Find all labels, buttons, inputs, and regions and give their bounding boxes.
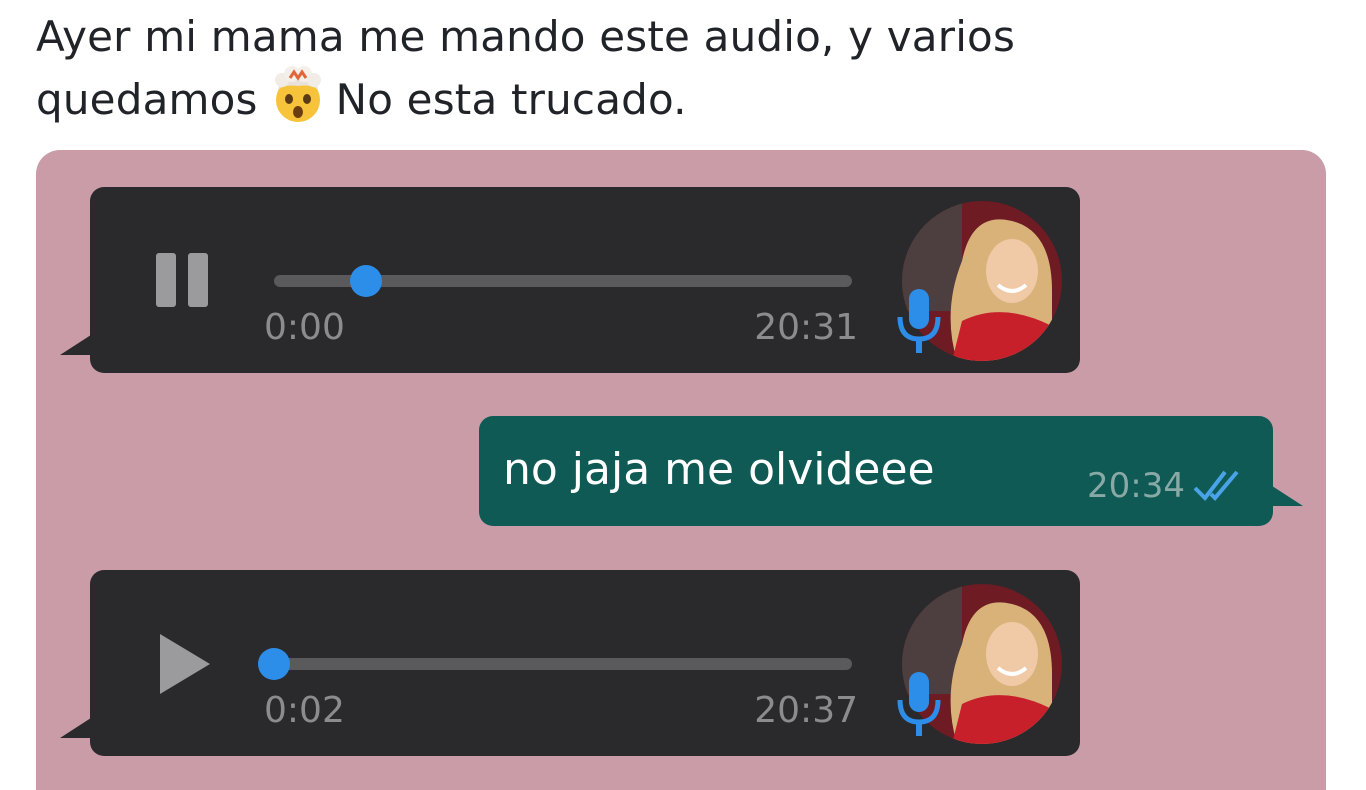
voice-message-2: 0:02 20:37 <box>60 570 1080 756</box>
audio-progress-knob[interactable] <box>350 265 383 297</box>
audio-progress-track[interactable] <box>258 648 852 680</box>
elapsed-time: 0:02 <box>264 690 345 731</box>
voice-message-1: 0:00 20:31 <box>60 187 1080 373</box>
bubble-tail <box>60 716 94 738</box>
elapsed-time: 0:00 <box>264 307 345 348</box>
bubble-tail <box>60 333 94 355</box>
double-check-icon <box>1191 468 1243 502</box>
tweet-line-1: Ayer mi mama me mando este audio, y vari… <box>36 12 1016 61</box>
tweet-line-2: quedamos No esta trucado. <box>36 66 1236 129</box>
pause-icon[interactable] <box>156 253 210 309</box>
audio-progress-track[interactable] <box>274 265 852 297</box>
audio-progress-knob[interactable] <box>258 648 290 680</box>
tweet-line-2-end: No esta trucado. <box>335 75 687 124</box>
microphone-icon <box>894 287 944 357</box>
play-icon[interactable] <box>160 634 210 694</box>
chat-screenshot: 0:00 20:31 no jaja me olvideee 20:34 0:0… <box>36 150 1326 790</box>
tweet-text: Ayer mi mama me mando este audio, y vari… <box>36 8 1236 129</box>
message-text: no jaja me olvideee <box>503 444 935 495</box>
message-timestamp: 20:34 <box>1087 466 1185 506</box>
message-timestamp: 20:31 <box>754 307 858 348</box>
microphone-icon <box>894 670 944 740</box>
bubble-tail <box>1269 484 1303 506</box>
sent-text-message: no jaja me olvideee 20:34 <box>479 416 1303 526</box>
exploding-head-emoji-icon <box>268 66 328 126</box>
message-timestamp: 20:37 <box>754 690 858 731</box>
tweet-line-2-start: quedamos <box>36 75 258 124</box>
